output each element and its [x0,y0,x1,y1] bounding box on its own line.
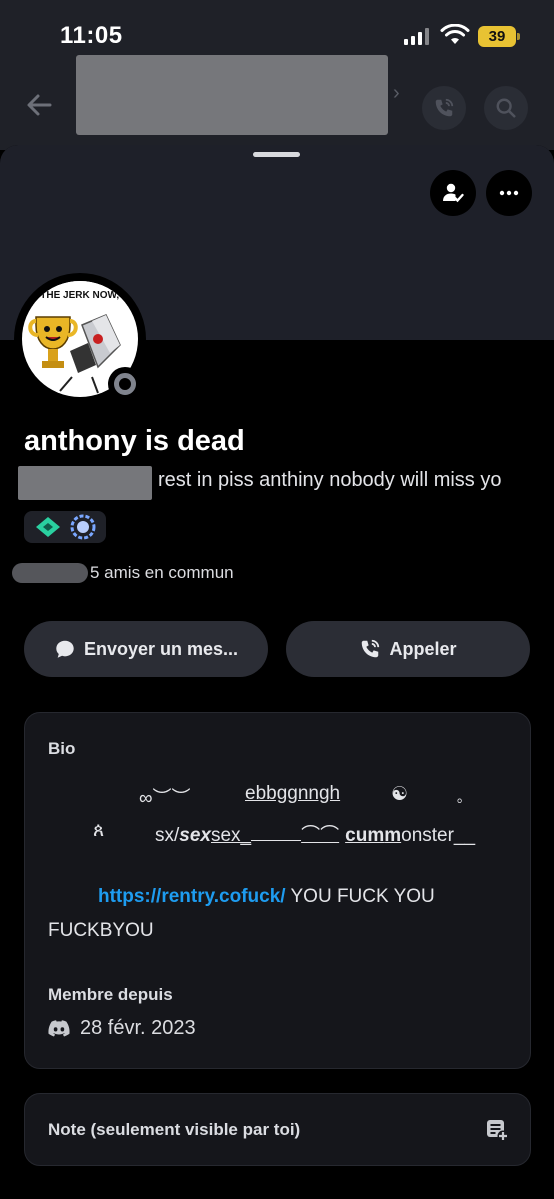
battery-indicator: 39 [478,26,520,47]
back-arrow-icon[interactable] [24,90,56,122]
bio-line-4: FUCKBYOU [48,920,154,941]
redacted-channel-name [76,55,388,135]
hypesquad-badge-icon[interactable] [34,515,62,539]
call-label: Appeler [389,638,457,659]
member-since-row: 28 févr. 2023 [48,1017,196,1040]
bio-after-link: YOU FUCK YOU [285,886,435,907]
member-since-date: 28 févr. 2023 [80,1017,196,1039]
discord-icon [48,1020,70,1037]
mutual-friend-avatars [12,563,88,583]
more-options-button[interactable] [486,170,532,216]
chat-bubble-icon [56,640,74,658]
chevron-right-icon: › [393,82,400,104]
search-icon[interactable] [484,86,528,130]
sheet-grabber[interactable] [253,152,300,157]
friend-check-icon [443,183,464,203]
phone-call-icon[interactable] [422,86,466,130]
bio-line-1-part-c: ☯ [391,784,409,805]
note-label: Note (seulement visible par toi) [48,1120,301,1139]
status-time: 11:05 [60,22,123,49]
note-add-icon[interactable] [485,1118,509,1142]
signal-icon [404,28,429,45]
bio-title: Bio [48,739,76,758]
bio-line-2-part-a: ጰ [93,820,105,841]
nitro-badge-icon[interactable] [70,514,96,540]
badge-row [24,511,106,543]
custom-status: rest in piss anthiny nobody will miss yo [158,469,502,491]
send-message-label: Envoyer un mes... [83,638,239,659]
bio-line-1-part-b: ebbggnngh [245,783,341,804]
more-icon [499,190,519,196]
friend-check-button[interactable] [430,170,476,216]
display-name: anthony is dead [24,425,245,457]
bio-line-1-part-d: ｡ [457,789,464,805]
bio-card: Bio ∞︶︶ ebbggnngh ☯ ｡ ጰ sx/sexsex_ ⌒⌒ cumm… [24,712,531,1069]
member-since-label: Membre depuis [48,985,173,1004]
top-bar: 11:05 39 › [0,0,554,150]
send-message-button[interactable]: Envoyer un mes... [24,621,268,677]
call-button[interactable]: Appeler [286,621,530,677]
bio-link-line: https://rentry.cofuck/ YOU FUCK YOU [98,886,435,908]
bio-link[interactable]: https://rentry.cofuck/ [98,886,286,907]
mutual-friends-label: 5 amis en commun [90,563,234,582]
offline-status-icon [108,367,142,401]
bio-line-2: sx/sexsex_ ⌒⌒ cummonster__ [155,825,476,846]
mutual-friends[interactable]: 5 amis en commun [12,563,234,583]
note-card[interactable]: Note (seulement visible par toi) [24,1093,531,1166]
redacted-username [18,466,152,500]
wifi-icon [440,24,470,44]
profile-sheet: S THE JERK NOW, B anthony is dead rest i… [0,145,554,1199]
avatar-caption: S THE JERK NOW, B [31,290,129,301]
phone-call-icon [362,639,380,658]
bio-line-1-part-a: ∞︶︶ [139,788,191,809]
